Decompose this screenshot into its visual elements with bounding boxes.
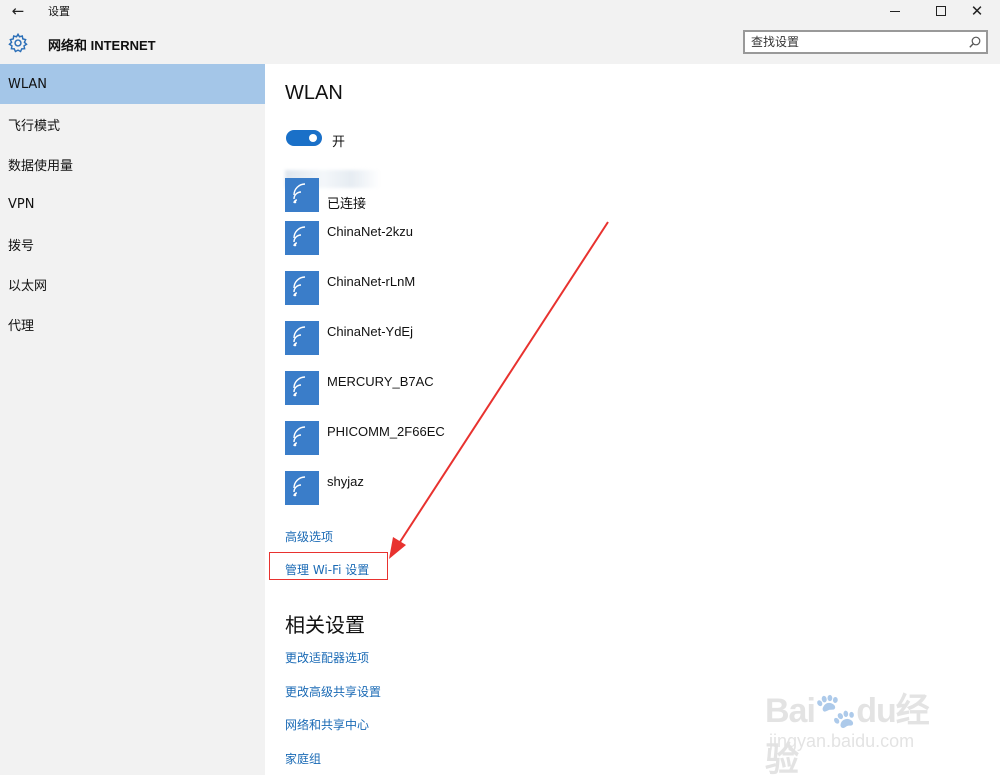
network-sharing-center-link[interactable]: 网络和共享中心 xyxy=(285,716,369,733)
network-name: ChinaNet-2kzu xyxy=(327,224,413,239)
sidebar: WLAN 飞行模式 数据使用量 VPN 拨号 以太网 代理 xyxy=(0,64,265,775)
sidebar-item-wlan[interactable]: WLAN xyxy=(0,64,265,104)
advanced-sharing-settings-link[interactable]: 更改高级共享设置 xyxy=(285,683,381,700)
title-bar: ← 设置 ✕ xyxy=(0,0,1000,22)
network-status: 已连接 xyxy=(327,197,367,212)
toggle-knob xyxy=(309,134,317,142)
sidebar-item-ethernet[interactable]: 以太网 xyxy=(0,264,265,304)
sidebar-item-data-usage[interactable]: 数据使用量 xyxy=(0,144,265,184)
search-box[interactable] xyxy=(743,30,988,54)
back-arrow-icon[interactable]: ← xyxy=(0,0,36,22)
baidu-watermark: Bai🐾du经验 jingyan.baidu.com xyxy=(765,665,955,779)
close-icon: ✕ xyxy=(970,1,984,20)
network-item[interactable]: PHICOMM_2F66EC xyxy=(285,421,585,457)
section-title: 网络和 INTERNET xyxy=(48,38,156,53)
watermark-url: jingyan.baidu.com xyxy=(769,731,915,751)
network-item[interactable]: ChinaNet-YdEj xyxy=(285,321,585,357)
toggle-label: 开 xyxy=(332,135,346,150)
wifi-signal-icon xyxy=(285,471,319,505)
network-item[interactable]: ChinaNet-rLnM xyxy=(285,271,585,307)
wifi-signal-icon xyxy=(285,421,319,455)
close-button[interactable]: ✕ xyxy=(954,0,1000,22)
related-settings-title: 相关设置 xyxy=(285,613,365,637)
sidebar-item-proxy[interactable]: 代理 xyxy=(0,304,265,344)
change-adapter-options-link[interactable]: 更改适配器选项 xyxy=(285,649,369,666)
network-name: PHICOMM_2F66EC xyxy=(327,424,445,439)
sidebar-item-dialup[interactable]: 拨号 xyxy=(0,224,265,264)
network-item-connected[interactable]: 已连接 xyxy=(285,170,585,214)
minimize-button[interactable] xyxy=(872,0,918,22)
window-title: 设置 xyxy=(48,5,70,18)
network-name: MERCURY_B7AC xyxy=(327,374,434,389)
wifi-toggle[interactable] xyxy=(286,130,322,146)
search-icon[interactable] xyxy=(968,35,982,49)
wifi-signal-icon xyxy=(285,221,319,255)
network-name: shyjaz xyxy=(327,474,364,489)
wifi-signal-icon xyxy=(285,371,319,405)
advanced-options-link[interactable]: 高级选项 xyxy=(285,528,333,545)
page-title: WLAN xyxy=(285,82,343,104)
minimize-icon xyxy=(890,10,900,12)
maximize-icon xyxy=(936,6,946,16)
wifi-signal-icon xyxy=(285,178,319,212)
homegroup-link[interactable]: 家庭组 xyxy=(285,750,321,767)
sidebar-item-vpn[interactable]: VPN xyxy=(0,184,265,224)
network-item[interactable]: ChinaNet-2kzu xyxy=(285,221,585,257)
wifi-signal-icon xyxy=(285,321,319,355)
page-header: 网络和 INTERNET xyxy=(0,22,1000,64)
manage-wifi-settings-link[interactable]: 管理 Wi-Fi 设置 xyxy=(285,561,369,578)
network-item[interactable]: shyjaz xyxy=(285,471,585,507)
gear-icon xyxy=(8,32,28,53)
sidebar-item-airplane-mode[interactable]: 飞行模式 xyxy=(0,104,265,144)
network-name: ChinaNet-YdEj xyxy=(327,324,413,339)
wifi-signal-icon xyxy=(285,271,319,305)
network-item[interactable]: MERCURY_B7AC xyxy=(285,371,585,407)
search-input[interactable] xyxy=(751,34,961,50)
network-name: ChinaNet-rLnM xyxy=(327,274,416,289)
